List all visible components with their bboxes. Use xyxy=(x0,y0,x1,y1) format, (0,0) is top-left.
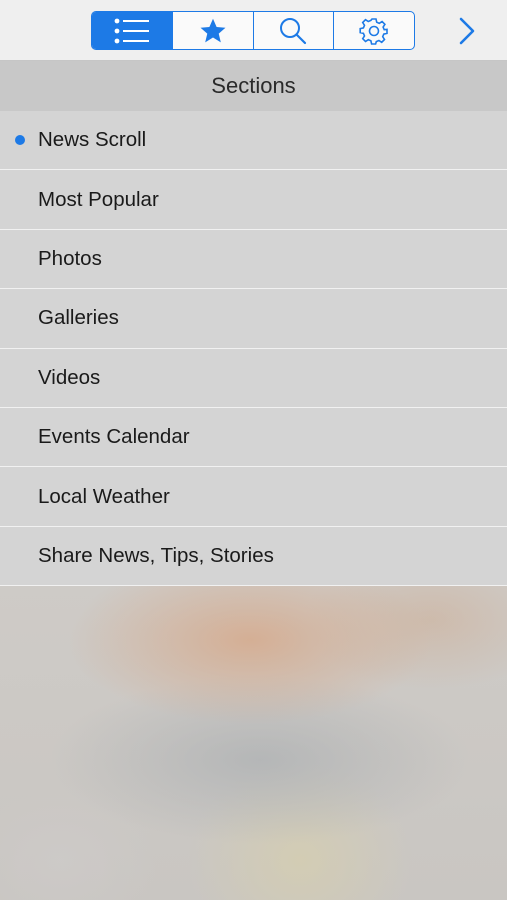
section-item-label: Share News, Tips, Stories xyxy=(38,543,274,567)
section-item-local-weather[interactable]: Local Weather xyxy=(0,467,507,527)
section-item-photos[interactable]: Photos xyxy=(0,229,507,290)
tab-settings[interactable] xyxy=(334,12,414,49)
next-button[interactable] xyxy=(452,12,482,50)
section-item-galleries[interactable]: Galleries xyxy=(0,289,507,349)
selected-indicator xyxy=(15,135,25,146)
gear-icon xyxy=(359,17,388,45)
section-item-label: Videos xyxy=(38,365,101,389)
tab-sections[interactable] xyxy=(92,12,173,49)
section-item-label: News Scroll xyxy=(38,128,147,152)
section-item-most-popular[interactable]: Most Popular xyxy=(0,170,507,230)
star-icon xyxy=(200,18,226,42)
top-toolbar xyxy=(0,0,507,61)
chevron-right-icon xyxy=(459,17,475,45)
section-item-label: Galleries xyxy=(38,306,119,330)
section-item-news-scroll[interactable]: News Scroll xyxy=(0,111,507,171)
section-tab-control xyxy=(91,11,415,50)
sections-title: Sections xyxy=(0,61,507,111)
section-item-videos[interactable]: Videos xyxy=(0,348,507,408)
section-item-label: Events Calendar xyxy=(38,425,190,449)
list-icon xyxy=(114,18,149,43)
search-icon xyxy=(280,17,307,44)
section-item-share-news[interactable]: Share News, Tips, Stories xyxy=(0,526,507,587)
tab-favorites[interactable] xyxy=(173,12,254,49)
tab-search[interactable] xyxy=(254,12,335,49)
section-item-events-calendar[interactable]: Events Calendar xyxy=(0,407,507,468)
section-item-label: Photos xyxy=(38,246,102,270)
section-item-label: Most Popular xyxy=(38,187,159,211)
section-item-label: Local Weather xyxy=(38,484,170,508)
sections-menu: Sections News Scroll Most Popular Photos… xyxy=(0,61,507,587)
